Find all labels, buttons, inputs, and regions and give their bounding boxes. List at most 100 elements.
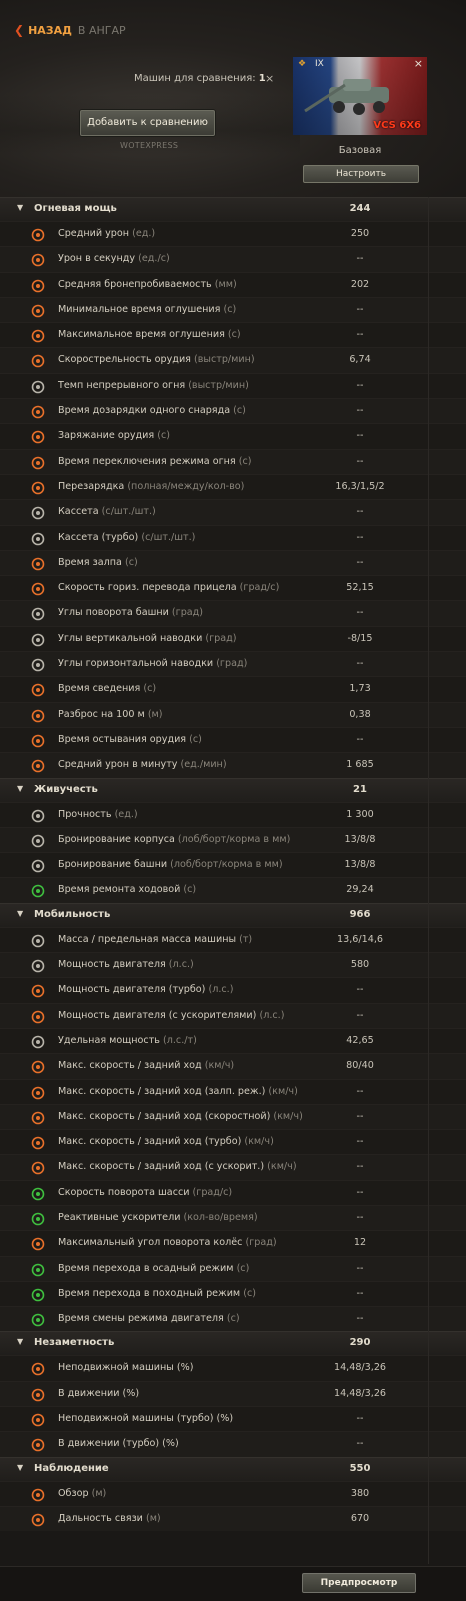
stat-value: -- <box>356 405 364 417</box>
stat-value: 52,15 <box>346 582 374 594</box>
stat-label: Темп непрерывного огня (выстр/мин) <box>58 380 249 391</box>
turret-armor-icon <box>30 858 46 873</box>
traverse-speed-icon <box>30 581 46 596</box>
collapse-caret-icon[interactable]: ▼ <box>17 1463 23 1472</box>
repair-time-icon <box>30 883 46 898</box>
section-header[interactable]: ▼ Наблюдение 550 <box>0 1456 466 1481</box>
preview-button[interactable]: Предпросмотр <box>302 1573 416 1593</box>
stat-unit: (л.с./т) <box>159 1034 197 1046</box>
stat-value: 1 685 <box>346 759 374 771</box>
back-label[interactable]: НАЗАД <box>28 24 72 37</box>
stat-label: Время залпа (с) <box>58 557 138 568</box>
stat-unit: (с) <box>180 884 197 896</box>
add-to-compare-button[interactable]: Добавить к сравнению <box>80 110 215 136</box>
stat-row: Время остывания орудия (с) -- <box>0 726 466 753</box>
stat-label: Мощность двигателя (л.с.) <box>58 959 194 970</box>
stat-name: В движении (турбо) (%) <box>58 1438 179 1450</box>
stat-value: 0,38 <box>349 708 371 720</box>
stat-name: Урон в секунду <box>58 253 136 265</box>
stat-name: Неподвижной машины (%) <box>58 1362 194 1374</box>
stat-name: Углы поворота башни <box>58 607 169 619</box>
stat-value: -- <box>356 733 364 745</box>
stat-row: Время перехода в походный режим (с) -- <box>0 1280 466 1307</box>
stat-value: 13/8/8 <box>344 859 376 871</box>
stat-value: -- <box>356 1009 364 1021</box>
aim-time-icon <box>30 682 46 697</box>
vehicle-card[interactable]: ❖ IX × VCS 6X6 <box>293 57 427 135</box>
stat-value: -- <box>356 303 364 315</box>
engine-power-turbo-icon <box>30 983 46 998</box>
section-score: 244 <box>349 203 371 214</box>
stat-label: Реактивные ускорители (кол-во/время) <box>58 1212 258 1223</box>
stat-label: Разброс на 100 м (м) <box>58 709 163 720</box>
section-score: 966 <box>349 908 371 920</box>
collapse-caret-icon[interactable]: ▼ <box>17 784 23 793</box>
back-to-hangar-link[interactable]: ❮ НАЗАД В АНГАР <box>14 22 126 38</box>
section-rows: Неподвижной машины (%) 14,48/3,26 В движен… <box>0 1355 466 1457</box>
setup-button[interactable]: Настроить <box>303 165 419 183</box>
rate-of-fire-icon <box>30 353 46 368</box>
stat-value: -- <box>356 506 364 518</box>
collapse-caret-icon[interactable]: ▼ <box>17 203 23 212</box>
stat-name: Дальность связи <box>58 1512 143 1524</box>
stat-value: -- <box>356 430 364 442</box>
section-header[interactable]: ▼ Живучесть 21 <box>0 777 466 802</box>
remove-vehicle-close-icon[interactable]: × <box>414 57 423 70</box>
stat-unit: (кол-во/время) <box>180 1211 258 1223</box>
stat-label: Углы поворота башни (град) <box>58 607 203 618</box>
collapse-caret-icon[interactable]: ▼ <box>17 909 23 918</box>
stat-unit: (т) <box>236 933 253 945</box>
stat-name: Макс. скорость / задний ход (турбо) <box>58 1136 242 1148</box>
stat-label: Время смены режима двигателя (с) <box>58 1313 240 1324</box>
stat-value: 250 <box>350 228 370 239</box>
stat-unit: (км/ч) <box>265 1085 298 1097</box>
footer-bar: Предпросмотр <box>0 1566 466 1601</box>
stat-row: Неподвижной машины (%) 14,48/3,26 <box>0 1355 466 1381</box>
compare-count-label: Машин для сравнения: <box>134 73 256 84</box>
stat-label: Макс. скорость / задний ход (скоростной)… <box>58 1111 303 1122</box>
stat-name: Реактивные ускорители <box>58 1211 181 1223</box>
stat-unit: (полная/между/кол-во) <box>124 480 245 492</box>
stat-unit: (ед.) <box>129 228 156 239</box>
stat-unit: (выстр/мин) <box>185 379 249 391</box>
vehicle-image <box>304 79 389 115</box>
stat-name: Удельная мощность <box>58 1034 160 1046</box>
stat-name: Кассета (турбо) <box>58 531 139 543</box>
stat-unit: (ед.) <box>111 808 138 820</box>
stat-unit: (с) <box>224 329 241 341</box>
stat-value: -- <box>356 1262 364 1274</box>
dps-icon <box>30 252 46 267</box>
section-header[interactable]: ▼ Огневая мощь 244 <box>0 197 466 221</box>
stat-label: Макс. скорость / задний ход (с ускорит.)… <box>58 1161 297 1172</box>
engine-power-boost-icon <box>30 1009 46 1023</box>
stat-name: Неподвижной машины (турбо) (%) <box>58 1413 234 1425</box>
section-rows: Средний урон (ед.) 250 Урон в секунду (ед.… <box>0 221 466 778</box>
stat-unit: (выстр/мин) <box>190 354 255 366</box>
stat-value: -- <box>356 984 364 996</box>
stat-unit: (с) <box>154 430 170 442</box>
turret-angles-icon <box>30 606 46 621</box>
collapse-caret-icon[interactable]: ▼ <box>17 1337 23 1346</box>
stat-value: 580 <box>350 959 370 971</box>
stat-row: Время ремонта ходовой (с) 29,24 <box>0 877 466 903</box>
section-header[interactable]: ▼ Мобильность 966 <box>0 902 466 927</box>
stat-row: Мощность двигателя (л.с.) 580 <box>0 952 466 978</box>
clear-compare-close-icon[interactable]: × <box>265 72 274 85</box>
stat-value: 12 <box>353 1237 367 1249</box>
compare-header: ❮ НАЗАД В АНГАР Машин для сравнения: 1 ×… <box>0 0 466 197</box>
stat-row: Макс. скорость / задний ход (км/ч) 80/40 <box>0 1053 466 1079</box>
stat-value: -- <box>356 455 364 467</box>
stat-row: Скорострельность орудия (выстр/мин) 6,74 <box>0 347 466 373</box>
stat-unit: (с) <box>186 733 202 745</box>
stat-label: Время ремонта ходовой (с) <box>58 884 196 895</box>
stat-label: Удельная мощность (л.с./т) <box>58 1035 197 1046</box>
stat-name: Масса / предельная масса машины <box>58 933 237 945</box>
stat-name: Время перехода в походный режим <box>58 1287 241 1299</box>
stat-unit: (с) <box>220 303 237 315</box>
stat-name: Время смены режима двигателя <box>58 1313 224 1325</box>
stat-name: Разброс на 100 м <box>58 708 145 720</box>
section-header[interactable]: ▼ Незаметность 290 <box>0 1331 466 1356</box>
stat-name: Макс. скорость / задний ход (с ускорит.) <box>58 1161 265 1173</box>
hull-armor-icon <box>30 833 46 848</box>
stat-label: Неподвижной машины (%) <box>58 1362 193 1373</box>
